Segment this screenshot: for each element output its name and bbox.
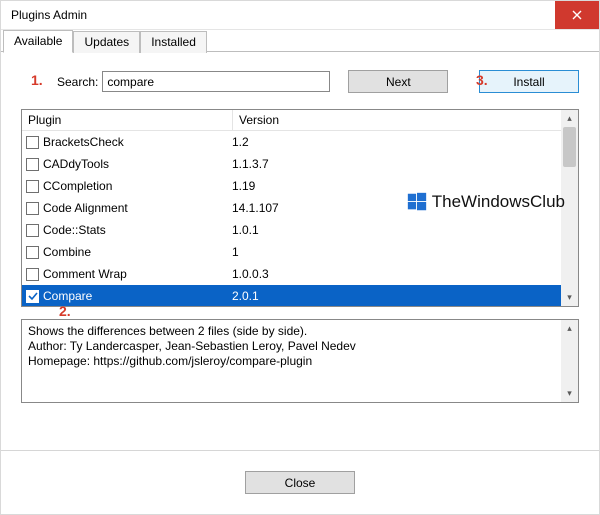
plugin-checkbox[interactable] — [26, 268, 39, 281]
column-header-version[interactable]: Version — [233, 110, 561, 130]
plugin-checkbox[interactable] — [26, 202, 39, 215]
search-input[interactable] — [102, 71, 330, 92]
plugin-checkbox[interactable] — [26, 224, 39, 237]
plugin-checkbox[interactable] — [26, 180, 39, 193]
plugin-version: 1.1.3.7 — [226, 157, 561, 171]
table-row[interactable]: Comment Wrap 1.0.0.3 — [22, 263, 561, 285]
plugin-checkbox[interactable] — [26, 246, 39, 259]
plugin-version: 1.2 — [226, 135, 561, 149]
plugin-name: Code::Stats — [43, 223, 106, 237]
plugin-name: BracketsCheck — [43, 135, 124, 149]
table-row[interactable]: CCompletion 1.19 — [22, 175, 561, 197]
plugin-name: CADdyTools — [43, 157, 109, 171]
annotation-3: 3. — [476, 72, 488, 88]
window-title: Plugins Admin — [11, 8, 87, 22]
plugin-version: 1.0.1 — [226, 223, 561, 237]
table-row[interactable]: Compare 2.0.1 — [22, 285, 561, 306]
annotation-2: 2. — [59, 303, 71, 319]
annotation-1: 1. — [31, 72, 43, 88]
plugin-version: 1 — [226, 245, 561, 259]
tab-installed[interactable]: Installed — [140, 31, 207, 53]
plugin-version: 1.19 — [226, 179, 561, 193]
plugin-name: Code Alignment — [43, 201, 128, 215]
column-header-plugin[interactable]: Plugin — [22, 110, 233, 130]
plugin-name: CCompletion — [43, 179, 112, 193]
plugin-checkbox[interactable] — [26, 290, 39, 303]
plugin-name: Combine — [43, 245, 91, 259]
plugin-description: Shows the differences between 2 files (s… — [22, 320, 561, 402]
close-button[interactable]: Close — [245, 471, 355, 494]
plugin-version: 2.0.1 — [226, 289, 561, 303]
table-row[interactable]: Code::Stats 1.0.1 — [22, 219, 561, 241]
plugin-checkbox[interactable] — [26, 136, 39, 149]
next-button[interactable]: Next — [348, 70, 448, 93]
tab-available[interactable]: Available — [3, 30, 73, 53]
list-scrollbar[interactable]: ▴ ▾ — [561, 110, 578, 306]
plugin-version: 1.0.0.3 — [226, 267, 561, 281]
scroll-up-icon[interactable]: ▴ — [561, 110, 578, 127]
scroll-up-icon[interactable]: ▴ — [561, 320, 578, 337]
plugin-name: Comment Wrap — [43, 267, 127, 281]
scroll-down-icon[interactable]: ▾ — [561, 289, 578, 306]
plugin-checkbox[interactable] — [26, 158, 39, 171]
plugin-version: 14.1.107 — [226, 201, 561, 215]
table-row[interactable]: CADdyTools 1.1.3.7 — [22, 153, 561, 175]
table-row[interactable]: Code Alignment 14.1.107 — [22, 197, 561, 219]
table-row[interactable]: BracketsCheck 1.2 — [22, 131, 561, 153]
table-row[interactable]: Combine 1 — [22, 241, 561, 263]
scroll-thumb[interactable] — [563, 127, 576, 167]
close-icon[interactable] — [555, 1, 599, 29]
desc-scrollbar[interactable]: ▴ ▾ — [561, 320, 578, 402]
tab-updates[interactable]: Updates — [73, 31, 140, 53]
scroll-down-icon[interactable]: ▾ — [561, 385, 578, 402]
search-label: Search: — [57, 75, 98, 89]
install-button[interactable]: Install — [479, 70, 579, 93]
plugin-name: Compare — [43, 289, 92, 303]
